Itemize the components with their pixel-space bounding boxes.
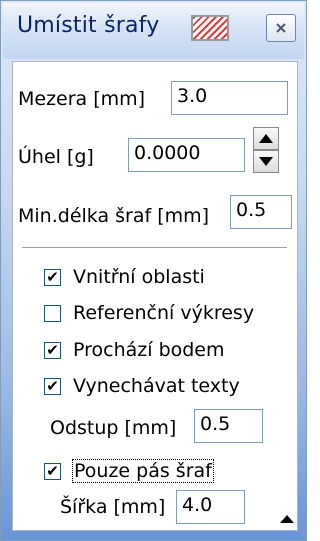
window-title: Umístit šrafy <box>17 13 160 38</box>
angle-label: Úhel [g] <box>18 146 94 168</box>
close-icon <box>276 23 286 33</box>
checkbox-box[interactable]: ✔ <box>44 268 61 286</box>
checkbox-only-strip[interactable]: ✔ Pouze pás šraf <box>44 458 214 484</box>
angle-input[interactable]: 0.0000 <box>128 138 245 172</box>
checkbox-skip-texts[interactable]: ✔ Vynechávat texty <box>44 373 240 399</box>
angle-down-button[interactable] <box>253 150 279 173</box>
checkbox-label: Vnitřní oblasti <box>73 266 205 288</box>
checkbox-inner-areas[interactable]: ✔ Vnitřní oblasti <box>44 264 205 290</box>
checkbox-label: Pouze pás šraf <box>72 459 214 483</box>
title-bar[interactable]: Umístit šrafy <box>3 3 304 59</box>
separator <box>22 247 287 249</box>
angle-spinner <box>253 127 279 173</box>
collapse-arrow-icon[interactable] <box>280 515 294 523</box>
angle-up-button[interactable] <box>253 127 279 150</box>
checkbox-box[interactable]: ✔ <box>44 377 61 395</box>
width-label: Šířka [mm] <box>60 496 166 518</box>
offset-input[interactable]: 0.5 <box>194 409 263 443</box>
checkbox-label: Vynechávat texty <box>73 375 240 397</box>
checkbox-label: Referenční výkresy <box>73 302 255 324</box>
close-button[interactable] <box>266 14 296 42</box>
checkbox-label: Prochází bodem <box>73 339 225 361</box>
hatch-pattern-icon[interactable] <box>191 15 229 41</box>
offset-label: Odstup [mm] <box>50 417 177 439</box>
checkbox-box[interactable] <box>44 304 61 322</box>
arrow-up-icon <box>259 134 273 143</box>
width-input[interactable]: 4.0 <box>176 490 245 524</box>
checkbox-box[interactable]: ✔ <box>44 462 61 480</box>
checkbox-through-point[interactable]: ✔ Prochází bodem <box>44 337 225 363</box>
checkbox-reference-drawings[interactable]: Referenční výkresy <box>44 300 254 326</box>
checkbox-box[interactable]: ✔ <box>44 341 61 359</box>
dialog-window: Umístit šrafy Mezera [mm] 3.0 Úhel [g] 0… <box>0 0 307 541</box>
min-length-label: Min.délka šraf [mm] <box>18 205 210 227</box>
min-length-input[interactable]: 0.5 <box>230 195 292 229</box>
gap-label: Mezera [mm] <box>18 88 146 110</box>
gap-input[interactable]: 3.0 <box>171 81 288 115</box>
arrow-down-icon <box>259 157 273 166</box>
